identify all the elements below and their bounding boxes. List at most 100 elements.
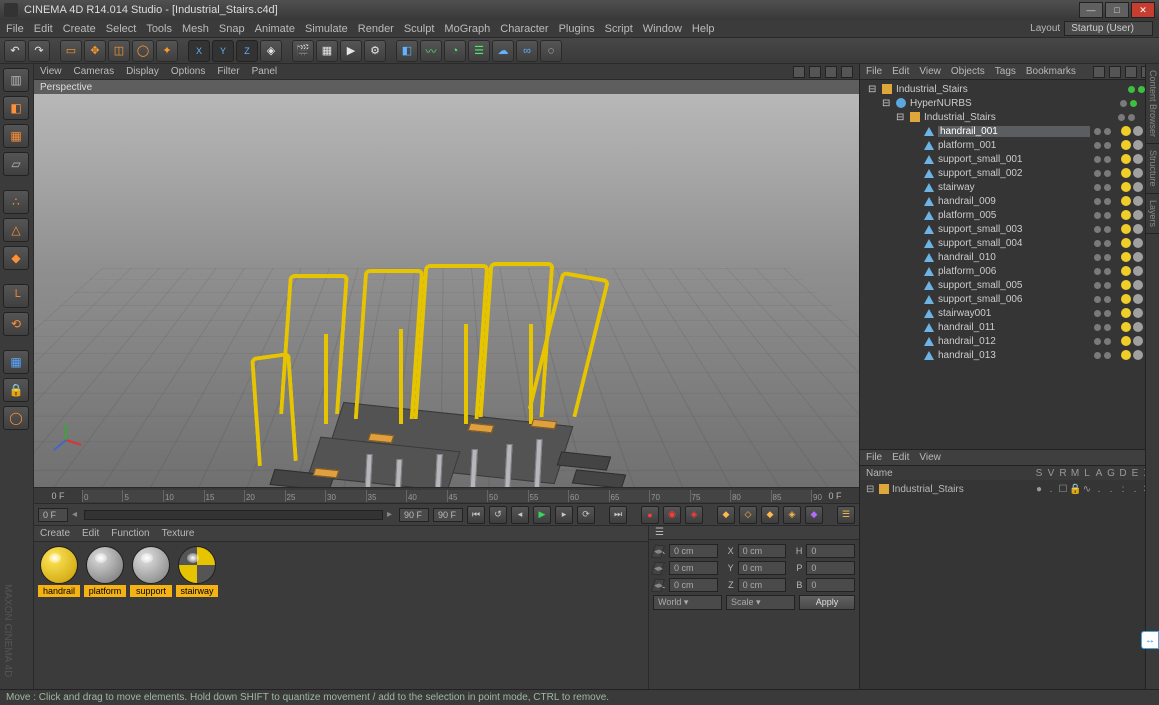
- viewport-pan-icon[interactable]: [793, 66, 805, 78]
- visibility-dot[interactable]: [1094, 212, 1101, 219]
- object-name[interactable]: handrail_013: [938, 350, 1090, 361]
- layer-row[interactable]: ⊟ Industrial_Stairs ●.☐🔒∿..:.✕: [866, 482, 1153, 496]
- material-swatch[interactable]: stairway: [176, 546, 218, 597]
- key-param-button[interactable]: ◈: [783, 506, 801, 524]
- render-view-button[interactable]: 🎬: [292, 40, 314, 62]
- lock-workplane-button[interactable]: 🔒: [3, 378, 29, 402]
- object-name[interactable]: Industrial_Stairs: [896, 84, 1124, 95]
- visibility-dot[interactable]: [1104, 352, 1111, 359]
- object-tag-icon[interactable]: [1133, 154, 1143, 164]
- tree-expand-toggle[interactable]: ⊟: [882, 98, 892, 109]
- viewport-menu-display[interactable]: Display: [126, 66, 159, 77]
- last-tool[interactable]: ✦: [156, 40, 178, 62]
- object-tag-icon[interactable]: [1133, 336, 1143, 346]
- visibility-dot[interactable]: [1138, 86, 1145, 93]
- object-tag-icon[interactable]: [1133, 168, 1143, 178]
- add-light-button[interactable]: ◌: [540, 40, 562, 62]
- visibility-dot[interactable]: [1130, 100, 1137, 107]
- make-editable-button[interactable]: ▥: [3, 68, 29, 92]
- planar-button[interactable]: ◯: [3, 406, 29, 430]
- tree-row[interactable]: ⊟ Industrial_Stairs: [860, 82, 1159, 96]
- viewport-canvas[interactable]: [34, 94, 859, 487]
- tree-row[interactable]: platform_001: [860, 138, 1159, 152]
- object-tag-icon[interactable]: [1133, 238, 1143, 248]
- visibility-dot[interactable]: [1120, 100, 1127, 107]
- tree-row[interactable]: handrail_001: [860, 124, 1159, 138]
- next-frame-button[interactable]: ▸: [555, 506, 573, 524]
- layer-menu-file[interactable]: File: [866, 452, 882, 463]
- object-name[interactable]: handrail_001: [938, 126, 1090, 137]
- object-tag-icon[interactable]: [1121, 308, 1131, 318]
- visibility-dot[interactable]: [1094, 170, 1101, 177]
- tree-row[interactable]: platform_005: [860, 208, 1159, 222]
- render-pv-button[interactable]: ▶: [340, 40, 362, 62]
- visibility-dot[interactable]: [1104, 142, 1111, 149]
- timeline-ruler[interactable]: 0 F 051015202530354045505560657075808590…: [34, 487, 859, 503]
- coords-tab-icon[interactable]: ☰: [655, 527, 664, 538]
- menu-file[interactable]: File: [6, 23, 24, 35]
- viewport-orbit-icon[interactable]: [825, 66, 837, 78]
- object-tag-icon[interactable]: [1133, 140, 1143, 150]
- menu-mograph[interactable]: MoGraph: [444, 23, 490, 35]
- obj-menu-tags[interactable]: Tags: [995, 66, 1016, 77]
- layer-toggle[interactable]: .: [1093, 484, 1105, 495]
- tree-row[interactable]: handrail_013: [860, 348, 1159, 362]
- range-end-field[interactable]: 90 F: [399, 508, 429, 522]
- object-name[interactable]: support_small_004: [938, 238, 1090, 249]
- pos-field[interactable]: 0 cm: [669, 561, 718, 575]
- workplane-mode-button[interactable]: ▱: [3, 152, 29, 176]
- object-name[interactable]: support_small_001: [938, 154, 1090, 165]
- material-swatch[interactable]: handrail: [38, 546, 80, 597]
- object-tag-icon[interactable]: [1133, 182, 1143, 192]
- lock-z-icon[interactable]: Z: [236, 40, 258, 62]
- layer-menu-view[interactable]: View: [919, 452, 941, 463]
- key-rot-button[interactable]: ◆: [761, 506, 779, 524]
- object-name[interactable]: HyperNURBS: [910, 98, 1116, 109]
- viewport-menu-options[interactable]: Options: [171, 66, 205, 77]
- rot-field[interactable]: 0: [806, 561, 855, 575]
- coord-scale-select[interactable]: Scale ▾: [726, 595, 795, 610]
- rot-field[interactable]: 0: [806, 544, 855, 558]
- menu-script[interactable]: Script: [605, 23, 633, 35]
- add-environment-button[interactable]: ☁: [492, 40, 514, 62]
- object-name[interactable]: support_small_006: [938, 294, 1090, 305]
- object-name[interactable]: platform_006: [938, 266, 1090, 277]
- tree-row[interactable]: handrail_011: [860, 320, 1159, 334]
- coord-system-button[interactable]: ◈: [260, 40, 282, 62]
- record-button[interactable]: ●: [641, 506, 659, 524]
- mat-menu-edit[interactable]: Edit: [82, 528, 99, 539]
- tree-expand-toggle[interactable]: ⊟: [868, 84, 878, 95]
- visibility-dot[interactable]: [1094, 142, 1101, 149]
- visibility-dot[interactable]: [1104, 240, 1111, 247]
- move-tool[interactable]: ✥: [84, 40, 106, 62]
- obj-eye-icon[interactable]: [1125, 66, 1137, 78]
- visibility-dot[interactable]: [1104, 184, 1111, 191]
- redo-button[interactable]: ↷: [28, 40, 50, 62]
- visibility-dot[interactable]: [1104, 128, 1111, 135]
- tab-layers[interactable]: Layers: [1146, 194, 1159, 234]
- visibility-dot[interactable]: [1104, 338, 1111, 345]
- tree-row[interactable]: ⊟HyperNURBS✓: [860, 96, 1159, 110]
- tree-row[interactable]: handrail_012: [860, 334, 1159, 348]
- lock-x-icon[interactable]: X: [188, 40, 210, 62]
- pos-field[interactable]: 0 cm: [669, 544, 718, 558]
- coord-space-select[interactable]: World ▾: [653, 595, 722, 610]
- object-tag-icon[interactable]: [1121, 266, 1131, 276]
- layer-toggle[interactable]: ∿: [1081, 484, 1093, 495]
- autokey-button[interactable]: ◉: [663, 506, 681, 524]
- key-pos-button[interactable]: ◆: [717, 506, 735, 524]
- visibility-dot[interactable]: [1118, 114, 1125, 121]
- mat-menu-texture[interactable]: Texture: [162, 528, 195, 539]
- visibility-dot[interactable]: [1094, 254, 1101, 261]
- size-field[interactable]: 0 cm: [738, 578, 787, 592]
- object-tag-icon[interactable]: [1121, 182, 1131, 192]
- layer-toggle[interactable]: ●: [1033, 484, 1045, 495]
- mat-menu-create[interactable]: Create: [40, 528, 70, 539]
- undo-button[interactable]: ↶: [4, 40, 26, 62]
- menu-create[interactable]: Create: [63, 23, 96, 35]
- object-tag-icon[interactable]: [1121, 252, 1131, 262]
- visibility-dot[interactable]: [1094, 310, 1101, 317]
- viewport-menu-view[interactable]: View: [40, 66, 62, 77]
- minimize-button[interactable]: —: [1079, 2, 1103, 18]
- tab-content-browser[interactable]: Content Browser: [1146, 64, 1159, 144]
